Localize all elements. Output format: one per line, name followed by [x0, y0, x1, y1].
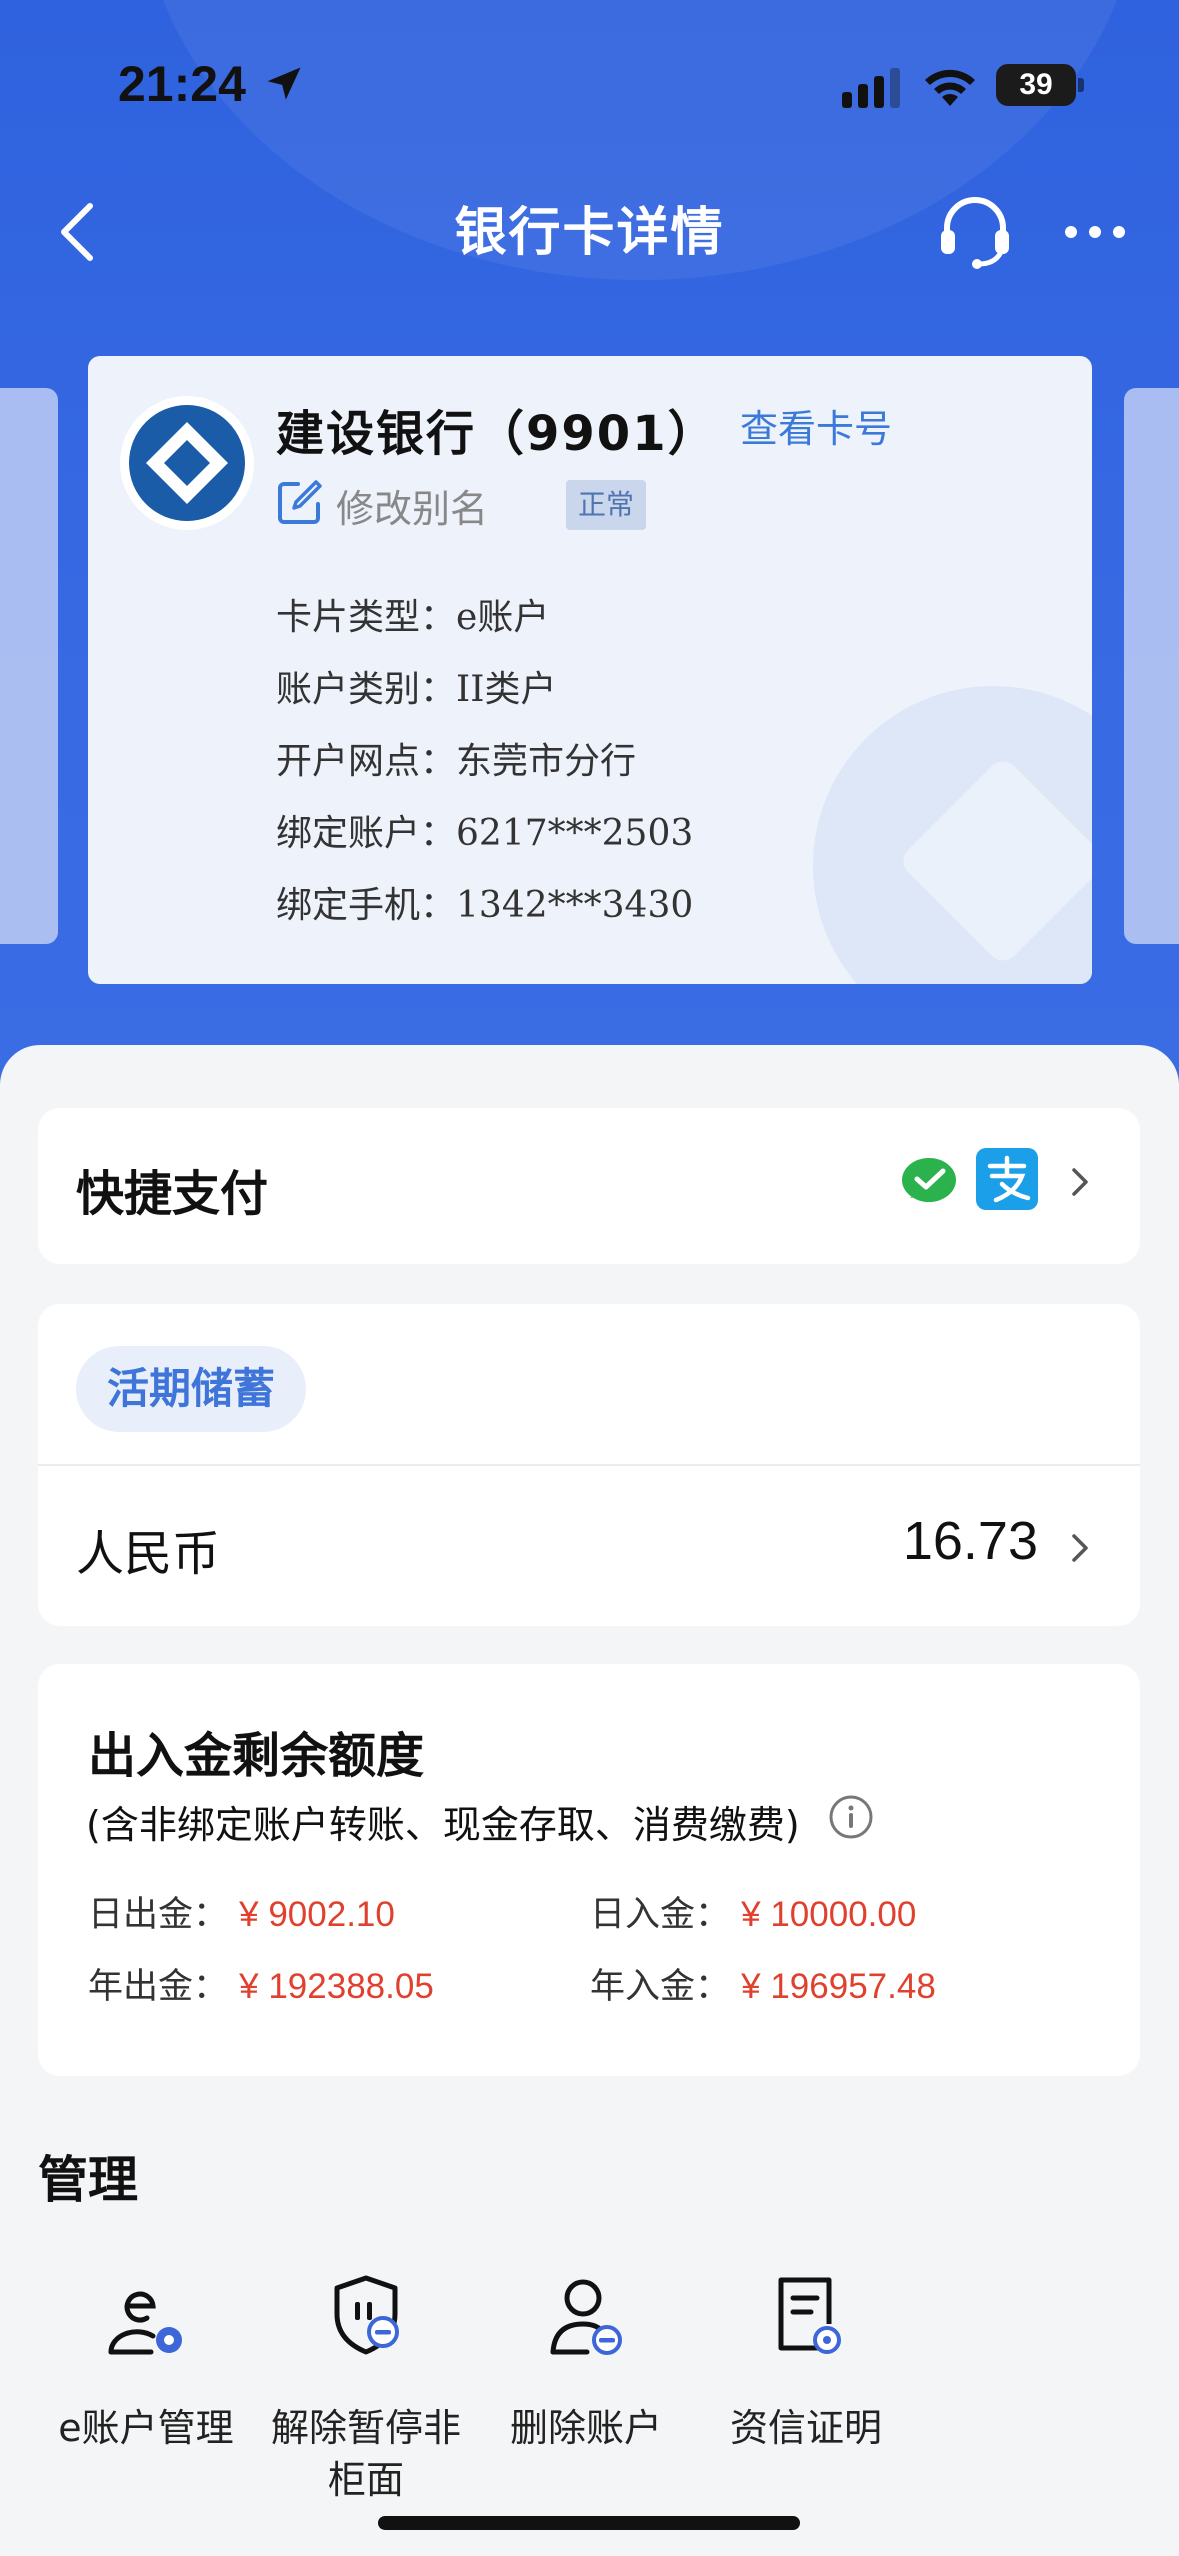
wifi-icon: [925, 69, 975, 106]
detail-label: 开户网点：: [276, 741, 457, 782]
mgmt-label: e账户管理: [58, 2406, 234, 2450]
currency-label: 人民币: [76, 1526, 221, 1582]
chevron-right-icon: [1072, 1168, 1088, 1196]
quota-yearly-out: 年出金： ¥ 192388.05: [88, 1958, 434, 2009]
location-arrow-icon: [267, 67, 301, 100]
edit-alias-icon[interactable]: [276, 478, 324, 526]
quota-amount: ¥ 9002.10: [239, 1895, 395, 1934]
quota-amount: ¥ 10000.00: [741, 1895, 917, 1934]
quota-amount: ¥ 192388.05: [239, 1967, 434, 2006]
document-certificate-icon: [778, 2277, 841, 2354]
shield-pause-icon: [334, 2275, 399, 2355]
card-status-badge: 正常: [566, 480, 646, 530]
detail-row-branch: 开户网点：东莞市分行: [276, 732, 636, 784]
cellular-signal-icon: [842, 68, 900, 108]
rmb-balance-row[interactable]: 人民币 16.73: [38, 1466, 1140, 1626]
quick-pay-row[interactable]: 快捷支付: [38, 1108, 1140, 1264]
management-section-title: 管理: [38, 2151, 138, 2209]
status-time: 21:24: [118, 56, 246, 112]
lift-non-counter-suspension-button[interactable]: 解除暂停非柜面: [266, 2270, 466, 2506]
ccb-bank-logo-icon: [120, 396, 254, 530]
detail-label: 绑定手机：: [276, 885, 457, 926]
quick-pay-label: 快捷支付: [76, 1166, 269, 1222]
e-account-gear-icon: [108, 2291, 182, 2355]
delete-account-button[interactable]: 删除账户: [486, 2270, 686, 2454]
mgmt-label: 解除暂停非柜面: [270, 2406, 461, 2502]
wechat-pay-icon: [902, 1158, 956, 1202]
deposit-type-tag: 活期储蓄: [76, 1346, 306, 1432]
alipay-icon: [976, 1148, 1038, 1210]
chevron-right-icon: [1072, 1534, 1088, 1562]
remaining-quota-panel: 出入金剩余额度 (含非绑定账户转账、现金存取、消费缴费) 日出金： ¥ 9002…: [38, 1664, 1140, 2076]
quota-subtitle: (含非绑定账户转账、现金存取、消费缴费): [86, 1803, 800, 1847]
current-deposit-panel: 活期储蓄 人民币 16.73: [38, 1304, 1140, 1626]
quota-daily-out: 日出金： ¥ 9002.10: [88, 1886, 395, 1937]
detail-label: 账户类别：: [276, 669, 457, 710]
info-icon[interactable]: [828, 1794, 874, 1840]
detail-value: e账户: [456, 597, 550, 638]
quota-label: 年入金：: [590, 1967, 731, 2007]
detail-value: 6217***2503: [456, 813, 694, 854]
detail-value: 1342***3430: [456, 885, 694, 926]
credit-certificate-button[interactable]: 资信证明: [706, 2270, 906, 2454]
quota-label: 日入金：: [590, 1895, 731, 1935]
quota-label: 日出金：: [88, 1895, 229, 1935]
bank-name: 建设银行（9901）: [276, 406, 718, 462]
detail-label: 绑定账户：: [276, 813, 457, 854]
next-card-peek[interactable]: [1124, 388, 1179, 944]
detail-label: 卡片类型：: [276, 597, 457, 638]
balance-value: 16.73: [902, 1511, 1038, 1571]
detail-value: II类户: [456, 669, 557, 710]
detail-row-card-type: 卡片类型：e账户: [276, 588, 549, 640]
battery-tip: [1078, 78, 1084, 92]
detail-row-bound-phone: 绑定手机：1342***3430: [276, 876, 693, 928]
quota-daily-in: 日入金： ¥ 10000.00: [590, 1886, 916, 1937]
more-dots-icon[interactable]: [1062, 222, 1128, 242]
detail-row-account-class: 账户类别：II类户: [276, 660, 556, 712]
user-remove-icon: [550, 2279, 622, 2355]
previous-card-peek[interactable]: [0, 388, 58, 944]
e-account-management-button[interactable]: e账户管理: [46, 2270, 246, 2454]
mgmt-label: 删除账户: [509, 2406, 662, 2450]
mgmt-label: 资信证明: [729, 2406, 882, 2450]
view-card-number-link[interactable]: 查看卡号: [740, 398, 892, 453]
edit-alias-button[interactable]: 修改别名: [336, 478, 488, 533]
quota-amount: ¥ 196957.48: [741, 1967, 936, 2006]
bank-card-detail: 建设银行（9901） 查看卡号 修改别名 正常 卡片类型：e账户 账户类别：II…: [88, 356, 1092, 984]
quota-label: 年出金：: [88, 1967, 229, 2007]
quota-yearly-in: 年入金： ¥ 196957.48: [590, 1958, 936, 2009]
status-bar: 21:24 39: [0, 0, 1179, 170]
quota-title: 出入金剩余额度: [88, 1728, 425, 1784]
battery-indicator: 39: [996, 64, 1076, 106]
headset-support-icon[interactable]: [935, 192, 1015, 272]
detail-value: 东莞市分行: [456, 741, 637, 782]
battery-level: 39: [1019, 68, 1053, 101]
home-indicator[interactable]: [378, 2516, 800, 2530]
detail-row-bound-account: 绑定账户：6217***2503: [276, 804, 693, 856]
